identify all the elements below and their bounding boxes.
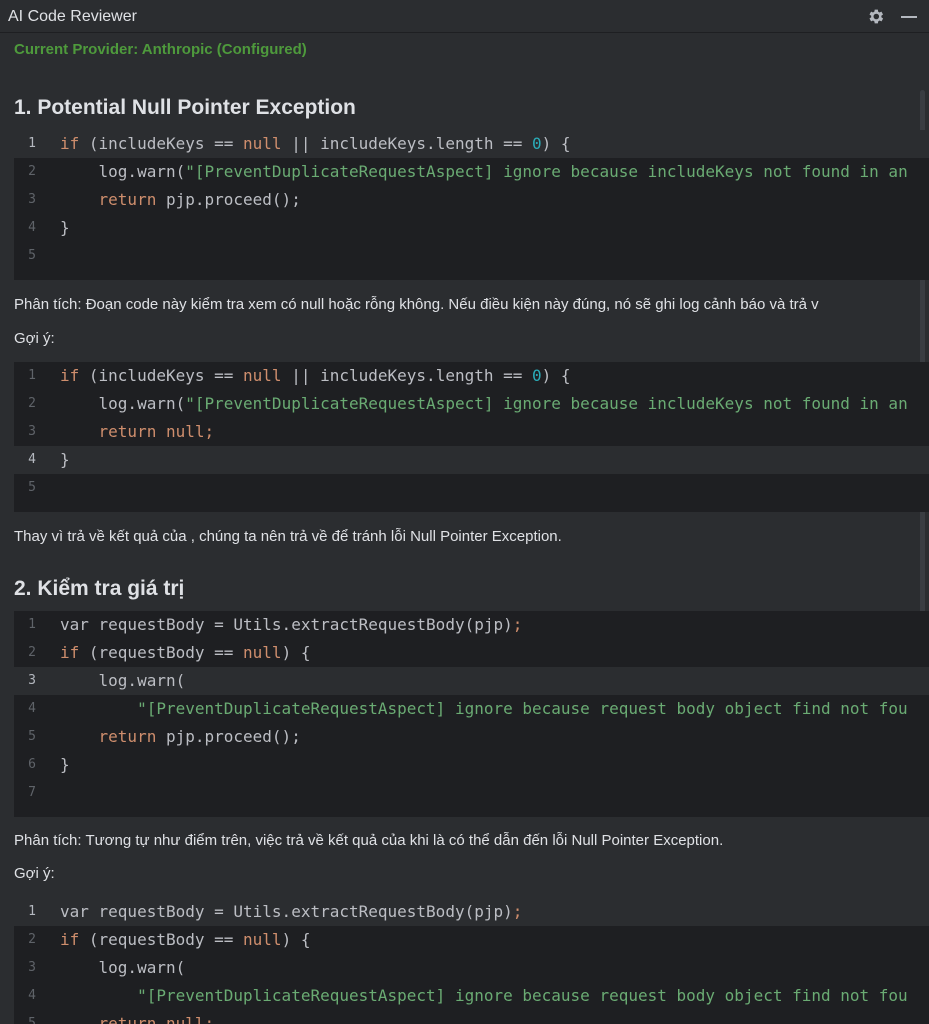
code-line: 7: [28, 785, 36, 800]
code-line: 1 if (includeKeys == null || includeKeys.…: [28, 366, 571, 385]
code-line: 5: [28, 248, 36, 263]
gear-icon[interactable]: [866, 7, 885, 26]
section-heading: 1. Potential Null Pointer Exception: [14, 96, 356, 119]
code-line: 2 log.warn("[PreventDuplicateRequestAspe…: [28, 394, 908, 413]
tool-window-header: AI Code Reviewer: [0, 0, 929, 33]
code-line: 4}: [14, 446, 929, 474]
code-line: 3 return pjp.proceed();: [28, 190, 301, 209]
code-line: 4 "[PreventDuplicateRequestAspect] ignor…: [28, 986, 908, 1005]
code-line: 3 return null;: [28, 422, 215, 441]
code-line: 5: [28, 480, 36, 495]
suggestion-label: Gợi ý:: [14, 865, 55, 882]
provider-status: Current Provider: Anthropic (Configured): [14, 41, 307, 58]
code-line: 1 var requestBody = Utils.extractRequestB…: [28, 615, 523, 634]
analysis-text: Phân tích: Đoạn code này kiểm tra xem có…: [14, 296, 819, 313]
code-line: 2 log.warn("[PreventDuplicateRequestAspe…: [28, 162, 908, 181]
suggestion-label: Gợi ý:: [14, 330, 55, 347]
code-block[interactable]: 1 if (includeKeys == null || includeKeys.…: [14, 362, 929, 512]
code-line: 3 log.warn(: [28, 958, 186, 977]
code-line: 4 "[PreventDuplicateRequestAspect] ignor…: [28, 699, 908, 718]
code-block[interactable]: 1 var requestBody = Utils.extractRequestB…: [14, 611, 929, 817]
code-line: 1 if (includeKeys == null || includeKeys.…: [14, 130, 929, 158]
code-line: 4}: [28, 218, 70, 237]
code-line: 2 if (requestBody == null) {: [28, 930, 311, 949]
window-title: AI Code Reviewer: [8, 8, 137, 25]
analysis-text: Phân tích: Tương tự như điểm trên, việc …: [14, 832, 724, 849]
code-line: 3 log.warn(: [14, 667, 929, 695]
code-line: 5 return pjp.proceed();: [28, 727, 301, 746]
code-line: 2 if (requestBody == null) {: [28, 643, 311, 662]
minimize-icon[interactable]: [899, 7, 919, 27]
code-line: 6}: [28, 755, 70, 774]
code-line: 5 return null;: [28, 1014, 215, 1024]
section-heading: 2. Kiểm tra giá trị: [14, 577, 185, 600]
code-block[interactable]: 1 if (includeKeys == null || includeKeys.…: [14, 130, 929, 280]
conclusion-text: Thay vì trả về kết quả của , chúng ta nê…: [14, 528, 562, 545]
code-block[interactable]: 1 var requestBody = Utils.extractRequestB…: [14, 898, 929, 1024]
code-line: 1 var requestBody = Utils.extractRequestB…: [14, 898, 929, 926]
